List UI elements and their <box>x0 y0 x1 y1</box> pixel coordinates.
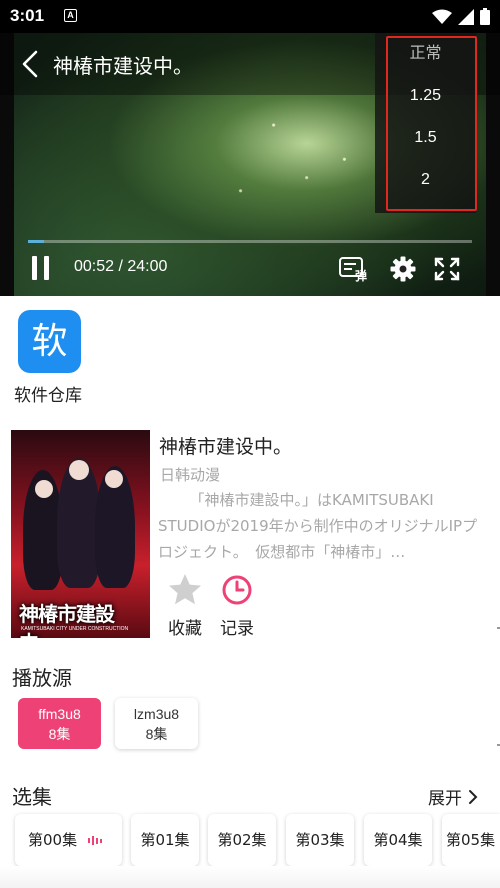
clock-icon <box>222 575 252 605</box>
episode-label: 第04集 <box>373 831 423 849</box>
episode-03-button[interactable]: 第03集 <box>286 814 354 866</box>
wifi-icon <box>432 9 452 24</box>
favorite-label: 收藏 <box>168 619 202 639</box>
speed-option-normal[interactable]: 正常 <box>375 33 476 75</box>
source-count: 8集 <box>48 726 71 742</box>
status-time: 3:01 <box>10 6 45 25</box>
back-arrow-icon[interactable] <box>18 49 44 79</box>
episode-label: 第02集 <box>217 831 267 849</box>
progress-fill <box>28 240 44 243</box>
sources-heading: 播放源 <box>12 666 72 690</box>
expand-label: 展开 <box>428 789 462 809</box>
star-icon <box>169 574 201 605</box>
notification-icon: A <box>64 9 77 22</box>
episode-05-button[interactable]: 第05集 <box>442 814 500 866</box>
gear-icon[interactable] <box>388 255 418 283</box>
playback-time: 00:52 / 24:00 <box>74 258 168 275</box>
battery-icon <box>480 8 490 25</box>
source-name: ffm3u8 <box>38 706 81 722</box>
episode-label: 第00集 <box>28 831 78 849</box>
chevron-right-icon <box>469 789 478 804</box>
pause-icon[interactable] <box>30 255 52 281</box>
history-button[interactable]: 记录 <box>212 572 262 639</box>
player-title: 神椿市建设中。 <box>53 54 193 78</box>
software-store-label[interactable]: 软件仓库 <box>14 381 82 406</box>
source-count: 8集 <box>145 726 168 742</box>
software-store-app-icon[interactable]: 软 <box>18 310 81 373</box>
poster-title: 神椿市建設中。 <box>19 602 115 638</box>
signal-icon <box>458 8 474 25</box>
speed-option-1-25[interactable]: 1.25 <box>375 75 476 117</box>
progress-bar[interactable] <box>28 240 472 243</box>
episode-00-button[interactable]: 第00集 <box>15 814 122 866</box>
speed-option-2[interactable]: 2 <box>375 159 476 201</box>
history-label: 记录 <box>220 619 254 639</box>
source-lzm3u8-button[interactable]: lzm3u8 8集 <box>115 698 198 749</box>
episode-label: 第03集 <box>295 831 345 849</box>
episode-label: 第05集 <box>446 831 496 849</box>
bottom-edge <box>0 866 500 888</box>
expand-episodes-button[interactable]: 展开 <box>428 784 478 809</box>
danmaku-label: 弹 <box>355 269 368 283</box>
anime-title: 神椿市建设中。 <box>159 436 293 458</box>
fullscreen-icon[interactable] <box>432 255 462 283</box>
danmaku-toggle-button[interactable]: 弹 <box>338 255 368 283</box>
source-ffm3u8-button[interactable]: ffm3u8 8集 <box>18 698 101 749</box>
playback-speed-menu: 正常 1.25 1.5 2 <box>375 33 476 213</box>
speed-option-1-5[interactable]: 1.5 <box>375 117 476 159</box>
status-bar: 3:01 A <box>0 0 500 33</box>
episode-label: 第01集 <box>140 831 190 849</box>
anime-poster: 神椿市建設中。 KAMITSUBAKI CITY UNDER CONSTRUCT… <box>11 430 150 638</box>
anime-genre: 日韩动漫 <box>160 466 221 484</box>
poster-subtitle: KAMITSUBAKI CITY UNDER CONSTRUCTION <box>21 626 129 632</box>
episodes-heading: 选集 <box>12 785 52 809</box>
episode-02-button[interactable]: 第02集 <box>208 814 276 866</box>
favorite-button[interactable]: 收藏 <box>160 572 210 639</box>
anime-description[interactable]: 「神椿市建設中。」はKAMITSUBAKI STUDIOが2019年から制作中の… <box>158 487 490 565</box>
episode-01-button[interactable]: 第01集 <box>131 814 199 866</box>
episode-04-button[interactable]: 第04集 <box>364 814 432 866</box>
status-icons <box>432 8 490 25</box>
now-playing-icon <box>88 836 102 845</box>
video-player[interactable]: 神椿市建设中。 正常 1.25 1.5 2 00:52 / 24:00 弹 <box>0 33 500 296</box>
source-name: lzm3u8 <box>133 706 180 722</box>
